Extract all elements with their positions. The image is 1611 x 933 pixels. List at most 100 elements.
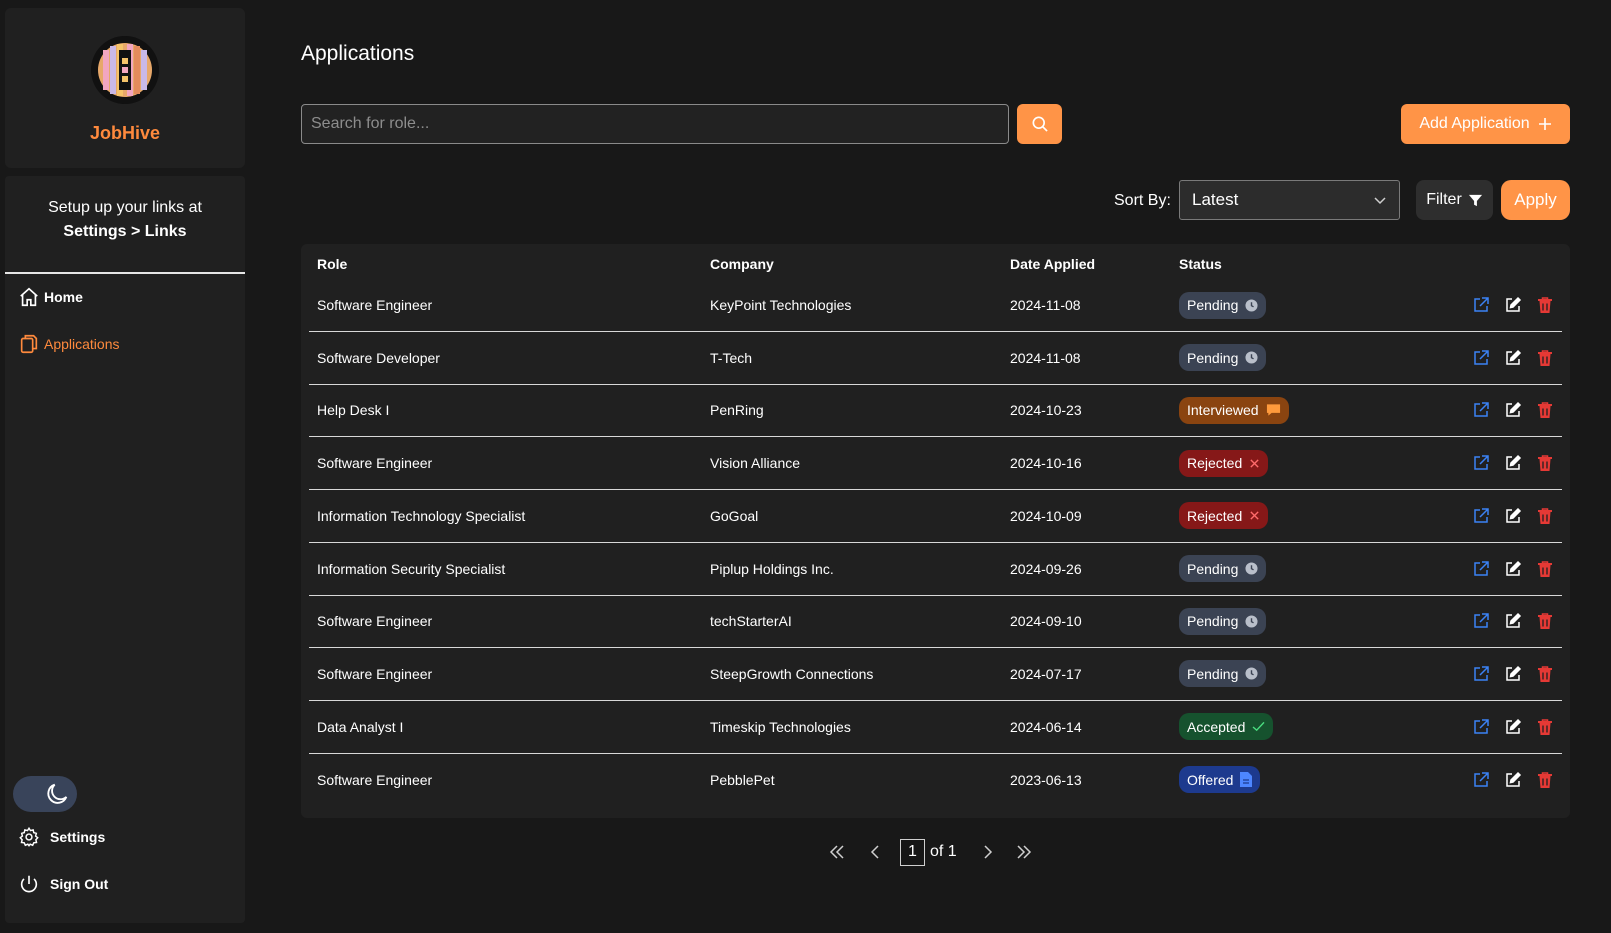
status-label: Pending	[1187, 613, 1239, 630]
edit-icon[interactable]	[1504, 718, 1522, 736]
edit-icon[interactable]	[1504, 401, 1522, 419]
sidebar-item-home[interactable]: Home	[18, 286, 83, 308]
cell-role: Software Developer	[317, 349, 440, 366]
sidebar-item-settings[interactable]: Settings	[18, 826, 105, 848]
edit-icon[interactable]	[1504, 454, 1522, 472]
search-input[interactable]	[301, 104, 1009, 144]
pagination: of 1	[826, 838, 1035, 866]
cell-company: Piplup Holdings Inc.	[710, 560, 834, 577]
delete-icon[interactable]	[1536, 507, 1554, 525]
apply-button[interactable]: Apply	[1501, 180, 1570, 220]
row-actions	[1472, 701, 1554, 753]
status-label: Interviewed	[1187, 402, 1259, 419]
add-application-button[interactable]: Add Application	[1401, 104, 1570, 144]
cell-date-applied: 2023-06-13	[1010, 771, 1082, 788]
cell-company: KeyPoint Technologies	[710, 297, 852, 313]
delete-icon[interactable]	[1536, 665, 1554, 683]
open-link-icon[interactable]	[1472, 560, 1490, 578]
open-link-icon[interactable]	[1472, 507, 1490, 525]
sort-label: Sort By:	[1114, 192, 1171, 209]
open-link-icon[interactable]	[1472, 401, 1490, 419]
delete-icon[interactable]	[1536, 718, 1554, 736]
applications-table: Role Company Date Applied Status Softwar…	[301, 244, 1570, 818]
filter-button[interactable]: Filter	[1416, 180, 1493, 220]
edit-icon[interactable]	[1504, 296, 1522, 314]
table-row: Information Security Specialist Piplup H…	[309, 543, 1562, 596]
sidebar-item-label: Home	[44, 289, 83, 305]
status-badge: Accepted	[1179, 713, 1274, 741]
cell-role: Help Desk I	[317, 402, 390, 419]
page-number-input[interactable]	[900, 838, 925, 866]
edit-icon[interactable]	[1504, 349, 1522, 367]
sidebar-item-applications[interactable]: Applications	[18, 333, 120, 355]
delete-icon[interactable]	[1536, 401, 1554, 419]
column-header-status: Status	[1179, 256, 1222, 272]
table-row: Help Desk I PenRing 2024-10-23 Interview…	[309, 384, 1562, 438]
sidebar: JobHive Setup up your links at Settings …	[5, 8, 245, 923]
check-icon	[1252, 721, 1265, 732]
row-actions	[1472, 437, 1554, 489]
table-row: Information Technology Specialist GoGoal…	[309, 490, 1562, 543]
delete-icon[interactable]	[1536, 560, 1554, 578]
status-badge: Offered	[1179, 766, 1261, 794]
sidebar-item-sign-out[interactable]: Sign Out	[18, 873, 108, 895]
sidebar-item-label: Sign Out	[50, 876, 109, 892]
open-link-icon[interactable]	[1472, 718, 1490, 736]
open-link-icon[interactable]	[1472, 296, 1490, 314]
open-link-icon[interactable]	[1472, 665, 1490, 683]
row-actions	[1472, 753, 1554, 806]
delete-icon[interactable]	[1536, 296, 1554, 314]
open-link-icon[interactable]	[1472, 349, 1490, 367]
delete-icon[interactable]	[1536, 349, 1554, 367]
status-badge: Rejected	[1179, 502, 1269, 530]
edit-icon[interactable]	[1504, 771, 1522, 789]
edit-icon[interactable]	[1504, 665, 1522, 683]
row-actions	[1472, 543, 1554, 595]
cell-date-applied: 2024-06-14	[1010, 718, 1082, 735]
search-button[interactable]	[1017, 104, 1062, 144]
status-badge: Pending	[1179, 344, 1267, 372]
brand-card: JobHive	[5, 8, 245, 168]
sort-select[interactable]: Latest	[1179, 180, 1400, 220]
x-icon	[1250, 458, 1259, 468]
cell-status: Pending	[1179, 648, 1267, 700]
status-badge: Interviewed	[1179, 396, 1289, 424]
edit-icon[interactable]	[1504, 507, 1522, 525]
plus-icon	[1538, 118, 1551, 130]
table-row: Software Developer T-Tech 2024-11-08 Pen…	[309, 332, 1562, 385]
open-link-icon[interactable]	[1472, 771, 1490, 789]
cell-date-applied: 2024-09-10	[1010, 613, 1082, 630]
delete-icon[interactable]	[1536, 771, 1554, 789]
chevron-down-icon	[1374, 197, 1386, 205]
next-page-icon[interactable]	[977, 841, 999, 863]
table-row: Software Engineer SteepGrowth Connection…	[309, 648, 1562, 701]
edit-icon[interactable]	[1504, 560, 1522, 578]
delete-icon[interactable]	[1536, 612, 1554, 630]
row-actions	[1472, 595, 1554, 647]
cell-date-applied: 2024-10-23	[1010, 402, 1082, 419]
status-label: Pending	[1187, 349, 1239, 366]
cell-status: Pending	[1179, 595, 1267, 647]
last-page-icon[interactable]	[1013, 841, 1035, 863]
cell-role: Information Security Specialist	[317, 560, 506, 577]
edit-icon[interactable]	[1504, 612, 1522, 630]
prev-page-icon[interactable]	[864, 841, 886, 863]
delete-icon[interactable]	[1536, 454, 1554, 472]
open-link-icon[interactable]	[1472, 612, 1490, 630]
sidebar-item-label: Settings	[50, 829, 106, 845]
links-setup-note: Setup up your links at Settings > Links	[5, 196, 245, 244]
cell-company: Timeskip Technologies	[710, 718, 851, 735]
cell-status: Pending	[1179, 543, 1267, 595]
cell-date-applied: 2024-07-17	[1010, 665, 1082, 682]
cell-company: Vision Alliance	[710, 455, 801, 472]
row-actions	[1472, 648, 1554, 700]
gear-icon	[19, 826, 39, 847]
clock-icon	[1245, 667, 1258, 680]
clock-icon	[1245, 562, 1258, 575]
cell-status: Pending	[1179, 279, 1267, 331]
theme-toggle[interactable]	[13, 776, 77, 812]
row-actions	[1472, 490, 1554, 542]
first-page-icon[interactable]	[826, 841, 848, 863]
cell-role: Software Engineer	[317, 665, 433, 682]
open-link-icon[interactable]	[1472, 454, 1490, 472]
